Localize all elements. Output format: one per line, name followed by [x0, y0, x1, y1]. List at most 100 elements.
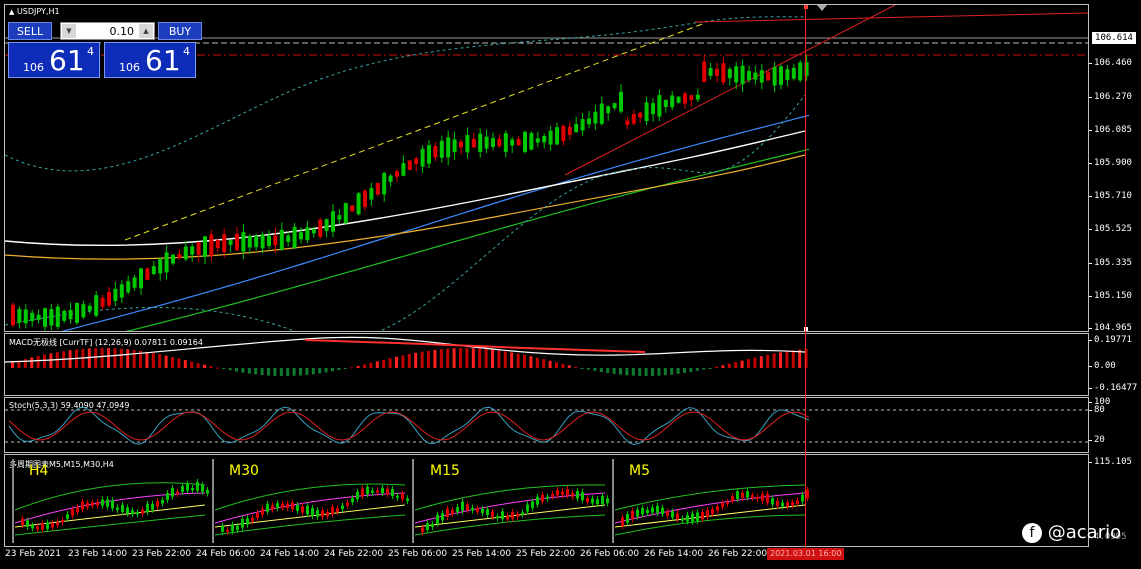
lot-size-field[interactable]: ▼ 0.10 ▲ [60, 22, 155, 40]
mtf-candle-body [776, 500, 779, 506]
candle-body [651, 103, 655, 115]
candle-body [215, 240, 220, 249]
candle-body [619, 91, 623, 112]
mtf-candle-body [696, 512, 699, 521]
macd-histogram-bar [30, 357, 34, 368]
mtf-candle-body [251, 517, 254, 522]
lot-decrease-icon[interactable]: ▼ [62, 24, 76, 38]
mtf-candle-body [786, 502, 789, 507]
macd-histogram-bar [625, 368, 629, 376]
macd-histogram-bar [619, 368, 622, 375]
mtf-candle-body [311, 508, 314, 516]
macd-histogram-bar [388, 358, 392, 368]
time-label: 25 Feb 14:00 [452, 549, 512, 559]
multi-timeframe-pane[interactable]: 多周期图表M5,M15,M30,H4 H4 M30 M15 M5 [4, 454, 1089, 547]
macd-histogram-bar [548, 360, 552, 368]
time-label: 26 Feb 22:00 [708, 549, 768, 559]
candle-body [23, 309, 28, 324]
sell-quote[interactable]: 106 61 4 [8, 42, 100, 78]
watermark: f @acario [1022, 521, 1121, 545]
mtf-candle-body [736, 491, 739, 500]
candle-body [247, 235, 252, 248]
candle-body [503, 133, 508, 152]
time-label: 26 Feb 06:00 [580, 549, 640, 559]
candle-body [119, 284, 124, 298]
stochastic-pane[interactable]: Stoch(5,3,3) 59.4090 47.0949 [4, 397, 1089, 453]
candle-body [254, 235, 259, 248]
candle-body [183, 246, 188, 260]
candle-body [171, 254, 175, 264]
crosshair-vertical-line[interactable] [805, 5, 806, 548]
mtf-candle-body [271, 505, 274, 510]
mtf-candle-body [86, 503, 89, 508]
mtf-candle-body [316, 510, 319, 517]
price-axis[interactable]: 106.460 106.270 106.085 105.900 105.710 … [1089, 4, 1141, 333]
macd-histogram-bar [727, 363, 731, 368]
macd-histogram-bar [734, 362, 738, 368]
macd-histogram-bar [663, 368, 667, 376]
lot-increase-icon[interactable]: ▲ [139, 24, 153, 38]
macd-histogram-bar [267, 368, 270, 376]
mtf-candle-body [206, 490, 209, 494]
mtf-candle-body [46, 522, 49, 529]
macd-histogram-bar [708, 368, 712, 369]
macd-tick: -0.16477 [1088, 383, 1138, 393]
candle-body [228, 240, 233, 245]
mtf-candle-body [661, 507, 664, 514]
mtf-candle-body [291, 502, 294, 510]
mtf-candle-body [81, 501, 84, 510]
macd-histogram-bar [183, 360, 187, 368]
candle-body [407, 160, 412, 171]
price-tick: 105.335 [1089, 258, 1132, 268]
candle-body [267, 235, 271, 246]
price-tick: 105.150 [1089, 291, 1132, 301]
mtf-candle-body [421, 527, 424, 533]
mtf-candle-body [136, 512, 139, 515]
mtf-candle-body [681, 518, 684, 521]
macd-histogram-bar [369, 362, 373, 368]
candle-body [721, 63, 726, 83]
mtf-candle-body [436, 514, 439, 524]
ma-blue-line [61, 114, 810, 331]
macd-histogram-bar [126, 349, 130, 368]
macd-histogram-bar [427, 350, 430, 368]
mtf-candle-body [806, 489, 809, 499]
macd-histogram-bar [254, 368, 258, 375]
candle-body [196, 241, 201, 255]
macd-histogram-bar [145, 351, 149, 368]
macd-histogram-bar [43, 354, 46, 368]
macd-histogram-bar [484, 348, 488, 368]
sell-button[interactable]: SELL [8, 22, 52, 40]
candle-body [388, 175, 393, 182]
buy-quote[interactable]: 106 61 4 [104, 42, 196, 78]
mtf-candle-body [506, 515, 509, 520]
mtf-candle-body [751, 495, 754, 498]
mtf-band-upper [614, 484, 806, 511]
candle-body [343, 203, 348, 224]
mtf-candle-body [351, 498, 354, 503]
macd-pane[interactable]: MACD无极线 [CurrTF] (12,26,9) 0.07811 0.091… [4, 333, 1089, 396]
candle-body [395, 171, 399, 177]
macd-histogram-bar [497, 350, 501, 368]
macd-histogram-bar [785, 351, 789, 368]
mtf-candle-body [521, 512, 524, 515]
mtf-candle-body [591, 498, 594, 504]
candle-body [574, 123, 579, 133]
mtf-candle-body [221, 525, 224, 532]
lot-size-value[interactable]: 0.10 [110, 25, 135, 38]
macd-histogram-bar [420, 351, 424, 368]
current-price-label: 106.614 [1092, 32, 1136, 44]
mtf-candle-body [56, 522, 59, 526]
candle-body [151, 266, 156, 275]
mtf-candle-body [676, 513, 679, 520]
mtf-candle-body [41, 523, 44, 530]
macd-histogram-bar [196, 363, 200, 368]
mtf-candle-body [536, 496, 539, 505]
buy-button[interactable]: BUY [158, 22, 202, 40]
candle-body [203, 236, 207, 257]
macd-histogram-bar [439, 349, 443, 368]
candle-body [177, 253, 182, 258]
mtf-candle-body [286, 503, 289, 509]
price-tick: 105.900 [1089, 158, 1132, 168]
mtf-candle-body [171, 487, 174, 497]
